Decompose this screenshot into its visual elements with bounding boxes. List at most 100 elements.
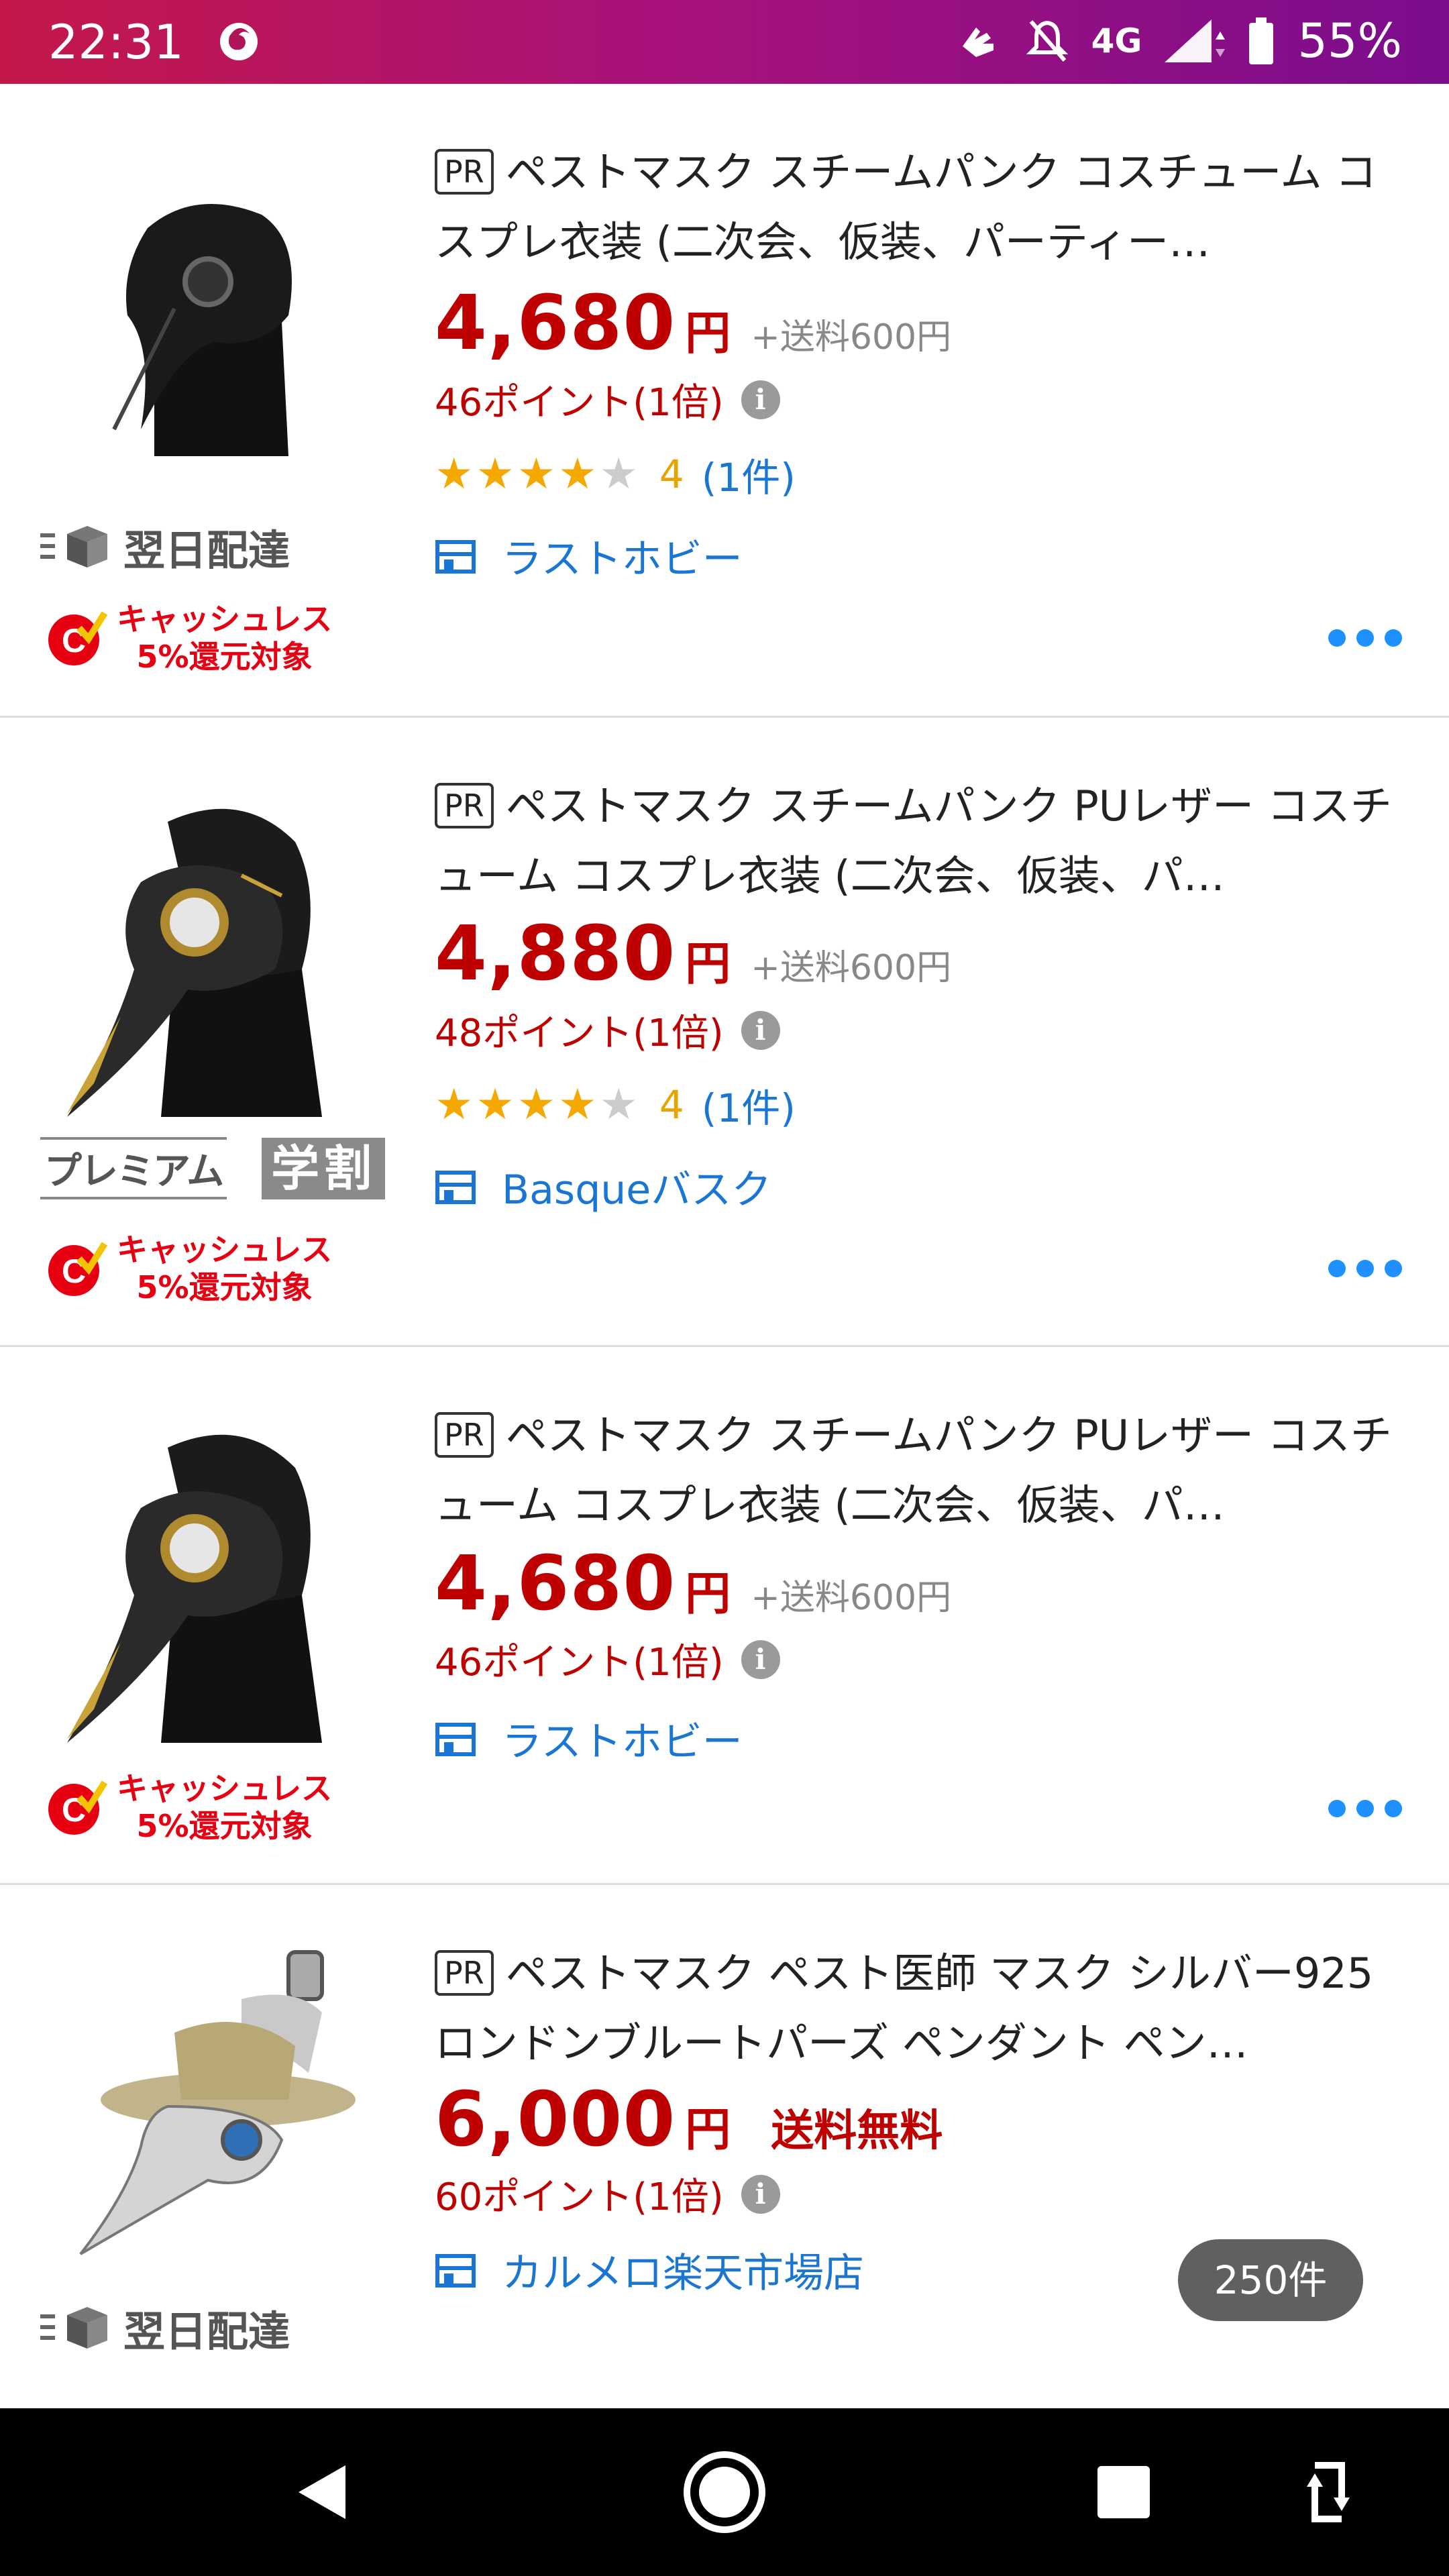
shipping-fee: +送料600円 xyxy=(751,1578,952,1618)
price-yen: 円 xyxy=(685,2104,731,2157)
shipping-fee: +送料600円 xyxy=(751,948,952,988)
shop-icon xyxy=(435,1170,476,1204)
recents-icon xyxy=(1097,2466,1150,2518)
star-icon: ★ xyxy=(517,1080,556,1130)
product-title[interactable]: PR ペストマスク スチームパンク PUレザー コスチューム コスプレ衣装 (二次… xyxy=(435,1401,1401,1540)
product-image[interactable] xyxy=(40,1939,389,2267)
cashless-line-2: 5%還元対象 xyxy=(136,1269,313,1305)
shop-link[interactable]: カルメロ楽天市場店 xyxy=(435,2241,864,2299)
shop-name: Basqueバスク xyxy=(502,1167,772,1214)
shop-name: カルメロ楽天市場店 xyxy=(502,2250,864,2297)
status-icons: 4G 55% xyxy=(956,13,1402,68)
delivery-text: 翌日配達 xyxy=(123,526,290,575)
shop-link[interactable]: Basqueバスク xyxy=(435,1157,771,1216)
result-count-badge[interactable]: 250件 xyxy=(1178,2239,1363,2321)
pr-badge: PR xyxy=(435,783,494,828)
battery-level: 55% xyxy=(1297,13,1402,68)
points-row: 48ポイント(1倍) i xyxy=(435,1003,780,1057)
product-title[interactable]: PR ペストマスク スチームパンク コスチューム コスプレ衣装 (二次会、仮装、パ… xyxy=(435,138,1401,277)
more-icon[interactable] xyxy=(1328,629,1402,647)
rating-row[interactable]: ★ ★ ★ ★ ★ 4 (1件) xyxy=(435,1077,796,1133)
product-price: 4,680 xyxy=(435,1540,676,1627)
firefox-notification-icon xyxy=(220,23,258,60)
next-day-delivery-badge: 翌日配達 xyxy=(40,2298,290,2358)
product-title[interactable]: PR ペストマスク ペスト医師 マスク シルバー925 ロンドンブルートパーズ ペ… xyxy=(435,1939,1401,2078)
product-title-text: ペストマスク スチームパンク PUレザー コスチューム コスプレ衣装 (二次会、… xyxy=(435,782,1392,900)
more-icon[interactable] xyxy=(1328,1800,1402,1817)
product-price: 6,000 xyxy=(435,2076,676,2163)
cashless-badge: C キャッシュレス 5%還元対象 xyxy=(47,1770,332,1845)
product-image[interactable] xyxy=(40,1394,389,1743)
student-discount-badge: 学割 xyxy=(262,1137,386,1199)
back-icon xyxy=(299,2465,345,2519)
star-icon: ★ xyxy=(476,449,515,499)
shop-icon xyxy=(435,1722,476,1756)
points-row: 60ポイント(1倍) i xyxy=(435,2167,780,2221)
price-row: 4,880 円 +送料600円 xyxy=(435,910,951,998)
product-card[interactable]: PR ペストマスク スチームパンク PUレザー コスチューム コスプレ衣装 (二次… xyxy=(0,1347,1449,1885)
shop-name: ラストホビー xyxy=(502,1719,743,1766)
member-badges: プレミアム 学割 xyxy=(40,1137,386,1199)
cashless-line-1: キャッシュレス xyxy=(117,1770,333,1807)
price-row: 4,680 円 +送料600円 xyxy=(435,1540,951,1627)
pr-badge: PR xyxy=(435,1412,494,1458)
review-count[interactable]: (1件) xyxy=(702,1077,796,1133)
delivery-box-icon xyxy=(40,526,107,568)
star-icon: ★ xyxy=(476,1080,515,1130)
signal-icon xyxy=(1165,19,1226,62)
product-title[interactable]: PR ペストマスク スチームパンク PUレザー コスチューム コスプレ衣装 (二次… xyxy=(435,771,1401,911)
home-button[interactable] xyxy=(671,2408,778,2576)
star-icon: ★ xyxy=(558,1080,597,1130)
cashless-line-2: 5%還元対象 xyxy=(136,639,313,675)
pr-badge: PR xyxy=(435,149,494,195)
product-title-text: ペストマスク ペスト医師 マスク シルバー925 ロンドンブルートパーズ ペンダ… xyxy=(435,1949,1374,2068)
points-text: 46ポイント(1倍) xyxy=(435,1641,724,1684)
shop-link[interactable]: ラストホビー xyxy=(435,1709,743,1768)
product-title-text: ペストマスク スチームパンク PUレザー コスチューム コスプレ衣装 (二次会、… xyxy=(435,1411,1392,1529)
status-time: 22:31 xyxy=(48,15,184,70)
shop-link[interactable]: ラストホビー xyxy=(435,527,743,585)
product-image[interactable] xyxy=(40,768,389,1117)
info-icon[interactable]: i xyxy=(741,2174,780,2214)
rating-row[interactable]: ★ ★ ★ ★ ★ 4 (1件) xyxy=(435,446,796,502)
rating-score: 4 xyxy=(659,1082,684,1128)
points-text: 60ポイント(1倍) xyxy=(435,2176,724,2219)
cashless-line-1: キャッシュレス xyxy=(117,601,333,637)
info-icon[interactable]: i xyxy=(741,1640,780,1679)
shipping-fee: +送料600円 xyxy=(751,317,952,358)
network-type: 4G xyxy=(1091,21,1142,60)
product-card[interactable]: PR ペストマスク スチームパンク コスチューム コスプレ衣装 (二次会、仮装、パ… xyxy=(0,84,1449,718)
free-shipping: 送料無料 xyxy=(771,2106,943,2156)
info-icon[interactable]: i xyxy=(741,380,780,419)
recents-button[interactable] xyxy=(1070,2408,1177,2576)
delivery-text: 翌日配達 xyxy=(123,2307,290,2356)
shop-icon xyxy=(435,2253,476,2288)
product-card[interactable]: PR ペストマスク スチームパンク PUレザー コスチューム コスプレ衣装 (二次… xyxy=(0,718,1449,1347)
points-text: 46ポイント(1倍) xyxy=(435,381,724,425)
gesture-icon xyxy=(962,28,994,57)
cashless-badge: C キャッシュレス 5%還元対象 xyxy=(47,1231,332,1306)
battery-icon xyxy=(1249,17,1274,64)
star-icon: ★ xyxy=(435,449,474,499)
price-yen: 円 xyxy=(685,938,731,991)
product-card[interactable]: PR ペストマスク ペスト医師 マスク シルバー925 ロンドンブルートパーズ ペ… xyxy=(0,1885,1449,2408)
shop-icon xyxy=(435,539,476,574)
delivery-box-icon xyxy=(40,2307,107,2349)
price-yen: 円 xyxy=(685,1568,731,1621)
star-empty-icon: ★ xyxy=(599,449,638,499)
info-icon[interactable]: i xyxy=(741,1010,780,1050)
navigation-bar xyxy=(0,2408,1449,2576)
back-button[interactable] xyxy=(268,2408,376,2576)
star-icon: ★ xyxy=(435,1080,474,1130)
product-list[interactable]: PR ペストマスク スチームパンク コスチューム コスプレ衣装 (二次会、仮装、パ… xyxy=(0,84,1449,2408)
rotate-button[interactable] xyxy=(1275,2408,1382,2576)
next-day-delivery-badge: 翌日配達 xyxy=(40,517,290,577)
review-count[interactable]: (1件) xyxy=(702,446,796,502)
star-icon: ★ xyxy=(558,449,597,499)
cashless-icon: C xyxy=(48,1780,107,1835)
product-image[interactable] xyxy=(40,148,389,456)
more-icon[interactable] xyxy=(1328,1260,1402,1277)
cashless-icon: C xyxy=(48,1242,107,1296)
points-row: 46ポイント(1倍) i xyxy=(435,1632,780,1686)
mute-bell-icon xyxy=(1026,20,1068,62)
